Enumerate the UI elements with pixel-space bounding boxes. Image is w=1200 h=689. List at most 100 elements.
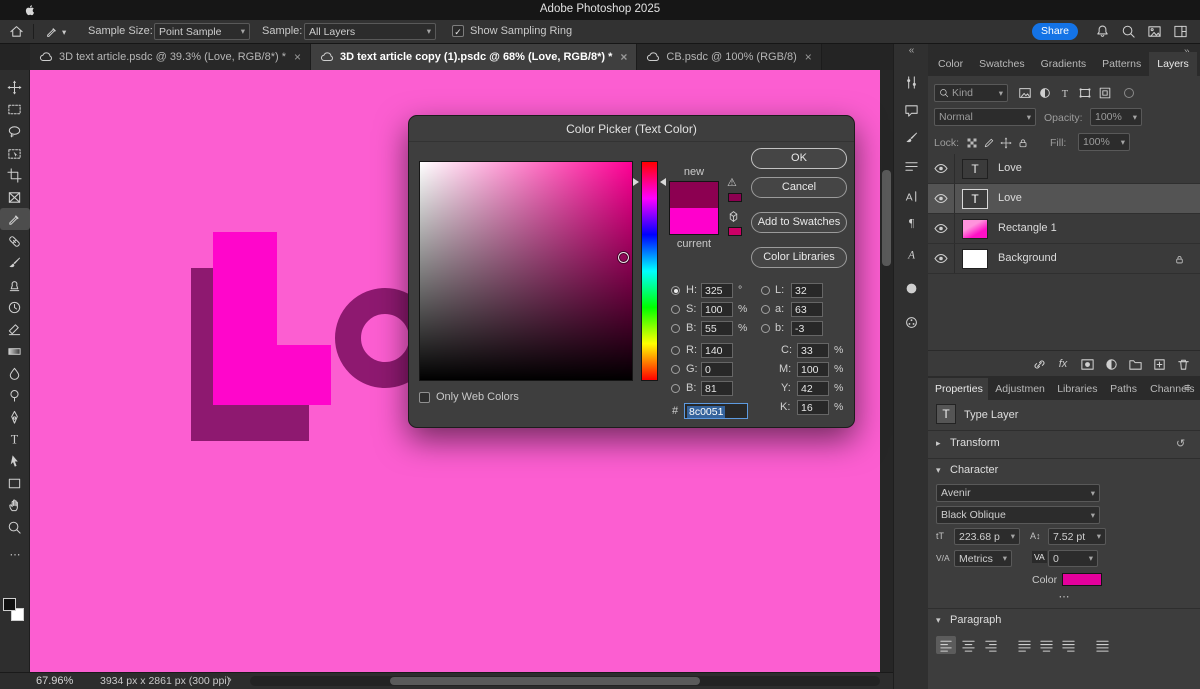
tab-color[interactable]: Color (930, 52, 971, 76)
foreground-color-swatch[interactable] (3, 598, 16, 611)
layer-effects-button[interactable]: fx (1054, 355, 1072, 373)
visibility-toggle[interactable] (928, 244, 955, 273)
status-menu-icon[interactable]: › (228, 674, 232, 686)
search-button[interactable] (1118, 23, 1138, 40)
transform-section-header[interactable]: ▸ Transform ↺ (928, 434, 1200, 456)
justify-last-center-button[interactable] (1036, 636, 1056, 654)
font-family-dropdown[interactable]: Avenir ▾ (936, 484, 1100, 502)
align-center-button[interactable] (958, 636, 978, 654)
document-tab-3[interactable]: CB.psdc @ 100% (RGB/8) × (637, 44, 822, 70)
gamut-warning-icon[interactable]: ⚠ (727, 176, 737, 189)
horizontal-scrollbar-thumb[interactable] (390, 677, 700, 685)
sliders-panel-button[interactable] (903, 74, 920, 91)
filter-by-shape-button[interactable] (1076, 85, 1093, 101)
filter-by-adjustment-button[interactable] (1036, 85, 1053, 101)
vertical-scrollbar-thumb[interactable] (882, 170, 891, 266)
layer-thumbnail-type[interactable]: T (962, 159, 988, 179)
justify-all-button[interactable] (1092, 636, 1112, 654)
r-radio[interactable] (671, 346, 680, 355)
link-layers-button[interactable] (1030, 355, 1048, 373)
text-color-swatch[interactable] (1062, 573, 1102, 586)
layer-row-background[interactable]: Background (928, 244, 1200, 274)
brush-settings-panel-button[interactable] (903, 130, 920, 147)
ok-button[interactable]: OK (751, 148, 847, 169)
k-input[interactable]: 16 (797, 400, 829, 415)
adjustment-layer-button[interactable] (1102, 355, 1120, 373)
r-input[interactable]: 140 (701, 343, 733, 358)
object-selection-tool-button[interactable] (0, 142, 30, 164)
expand-panels-icon[interactable]: « (894, 45, 929, 56)
hue-marker-left[interactable] (633, 178, 639, 186)
opacity-dropdown[interactable]: 100% ▾ (1090, 108, 1142, 126)
type-tool-button[interactable]: T (0, 428, 30, 450)
s-radio[interactable] (671, 305, 680, 314)
close-icon[interactable]: × (805, 50, 812, 64)
cancel-button[interactable]: Cancel (751, 177, 847, 198)
hue-slider[interactable] (641, 161, 658, 381)
workspace-button[interactable] (1170, 23, 1190, 40)
a-input[interactable]: 63 (791, 302, 823, 317)
new-layer-button[interactable] (1150, 355, 1168, 373)
l-radio[interactable] (761, 286, 770, 295)
document-tab-1[interactable]: 3D text article.psdc @ 39.3% (Love, RGB/… (30, 44, 311, 70)
justify-last-left-button[interactable] (1014, 636, 1034, 654)
healing-brush-tool-button[interactable] (0, 230, 30, 252)
more-tools-button[interactable]: ⋯ (0, 548, 30, 561)
glyphs-panel-button[interactable]: A (903, 246, 920, 263)
leading-dropdown[interactable]: 7.52 pt ▾ (1048, 528, 1106, 545)
frame-tool-button[interactable] (0, 186, 30, 208)
filter-toggle[interactable] (1124, 88, 1134, 98)
more-character-options-icon[interactable]: ⋯ (928, 590, 1200, 603)
notifications-button[interactable] (1092, 23, 1112, 40)
font-size-dropdown[interactable]: 223.68 p ▾ (954, 528, 1020, 545)
fill-dropdown[interactable]: 100% ▾ (1078, 133, 1130, 151)
kerning-dropdown[interactable]: Metrics ▾ (954, 550, 1012, 567)
only-web-colors-checkbox[interactable] (419, 392, 430, 403)
paragraph-section-header[interactable]: ▾ Paragraph (928, 612, 1200, 632)
color-field-marker[interactable] (618, 252, 629, 263)
b3-input[interactable]: -3 (791, 321, 823, 336)
b3-radio[interactable] (761, 324, 770, 333)
tab-properties[interactable]: Properties (928, 378, 989, 400)
c-input[interactable]: 33 (797, 343, 829, 358)
g-input[interactable]: 0 (701, 362, 733, 377)
filter-by-image-button[interactable] (1016, 85, 1033, 101)
delete-layer-button[interactable] (1174, 355, 1192, 373)
blur-tool-button[interactable] (0, 362, 30, 384)
add-mask-button[interactable] (1078, 355, 1096, 373)
zoom-tool-button[interactable] (0, 516, 30, 538)
s-input[interactable]: 100 (701, 302, 733, 317)
tab-swatches[interactable]: Swatches (971, 52, 1033, 76)
tab-adjustments[interactable]: Adjustmen (988, 378, 1050, 400)
justify-last-right-button[interactable] (1058, 636, 1078, 654)
crop-tool-button[interactable] (0, 164, 30, 186)
character-panel-button[interactable]: A (903, 188, 920, 205)
y-input[interactable]: 42 (797, 381, 829, 396)
dialog-title-bar[interactable]: Color Picker (Text Color) (409, 116, 854, 142)
layer-thumbnail-background[interactable] (962, 249, 988, 269)
saturation-brightness-field[interactable] (419, 161, 633, 381)
filter-by-type-button[interactable]: T (1056, 85, 1073, 101)
b2-input[interactable]: 81 (701, 381, 733, 396)
align-right-button[interactable] (980, 636, 1000, 654)
chevron-down-icon[interactable]: ▾ (62, 27, 66, 38)
show-sampling-ring-checkbox[interactable]: ✓ (452, 25, 464, 37)
zoom-level[interactable]: 67.96% (36, 675, 73, 687)
lock-all-button[interactable] (1015, 135, 1030, 150)
libraries-panel-button[interactable] (903, 280, 920, 297)
horizontal-scrollbar[interactable] (250, 676, 880, 686)
h-radio[interactable] (671, 286, 680, 295)
hex-input[interactable]: 8c0051 (684, 403, 748, 419)
blend-mode-dropdown[interactable]: Normal ▾ (934, 108, 1036, 126)
sample-dropdown[interactable]: All Layers ▾ (304, 23, 436, 40)
pen-tool-button[interactable] (0, 406, 30, 428)
home-button[interactable] (6, 23, 26, 40)
web-safe-icon[interactable] (726, 209, 741, 224)
font-style-dropdown[interactable]: Black Oblique ▾ (936, 506, 1100, 524)
clone-stamp-tool-button[interactable] (0, 274, 30, 296)
dodge-tool-button[interactable] (0, 384, 30, 406)
clone-source-panel-button[interactable] (903, 158, 920, 175)
document-tab-2-active[interactable]: 3D text article copy (1).psdc @ 68% (Lov… (311, 44, 638, 70)
character-section-header[interactable]: ▾ Character (928, 462, 1200, 482)
share-button[interactable]: Share (1032, 23, 1078, 40)
